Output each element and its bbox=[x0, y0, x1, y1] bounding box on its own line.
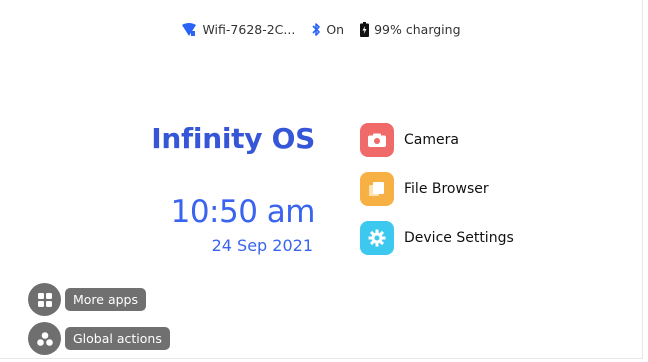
wifi-icon bbox=[182, 22, 197, 36]
wifi-status[interactable]: Wifi-7628-2C... bbox=[181, 22, 295, 37]
app-camera[interactable]: Camera bbox=[360, 122, 514, 158]
battery-label: 99% charging bbox=[374, 22, 461, 37]
bluetooth-icon bbox=[312, 23, 321, 36]
more-apps-button[interactable]: More apps bbox=[28, 283, 170, 316]
battery-status[interactable]: 99% charging bbox=[360, 22, 461, 37]
apps-grid-icon bbox=[28, 283, 61, 316]
camera-icon bbox=[360, 123, 394, 157]
clock-date: 24 Sep 2021 bbox=[211, 236, 313, 255]
gear-icon bbox=[360, 221, 394, 255]
app-label-camera: Camera bbox=[404, 132, 459, 148]
clock-time: 10:50 am bbox=[170, 194, 316, 230]
wifi-label: Wifi-7628-2C... bbox=[202, 22, 296, 37]
global-actions-button[interactable]: Global actions bbox=[28, 322, 170, 355]
bluetooth-status[interactable]: On bbox=[311, 22, 344, 37]
more-apps-label: More apps bbox=[65, 288, 147, 311]
app-device-settings[interactable]: Device Settings bbox=[360, 220, 514, 256]
global-actions-icon bbox=[28, 322, 61, 355]
battery-charging-icon bbox=[360, 22, 370, 37]
status-bar: Wifi-7628-2C... On 99% charging bbox=[0, 22, 642, 37]
bluetooth-label: On bbox=[326, 22, 345, 37]
app-list: Camera File Browser Device Settings bbox=[360, 122, 514, 269]
global-actions-label: Global actions bbox=[65, 327, 170, 350]
bottom-actions: More apps Global actions bbox=[28, 283, 170, 361]
app-label-device-settings: Device Settings bbox=[404, 230, 514, 246]
os-title: Infinity OS bbox=[151, 122, 315, 155]
home-screen: Wifi-7628-2C... On 99% charging Infinity… bbox=[0, 0, 643, 359]
app-file-browser[interactable]: File Browser bbox=[360, 171, 514, 207]
folder-icon bbox=[360, 172, 394, 206]
app-label-file-browser: File Browser bbox=[404, 181, 489, 197]
